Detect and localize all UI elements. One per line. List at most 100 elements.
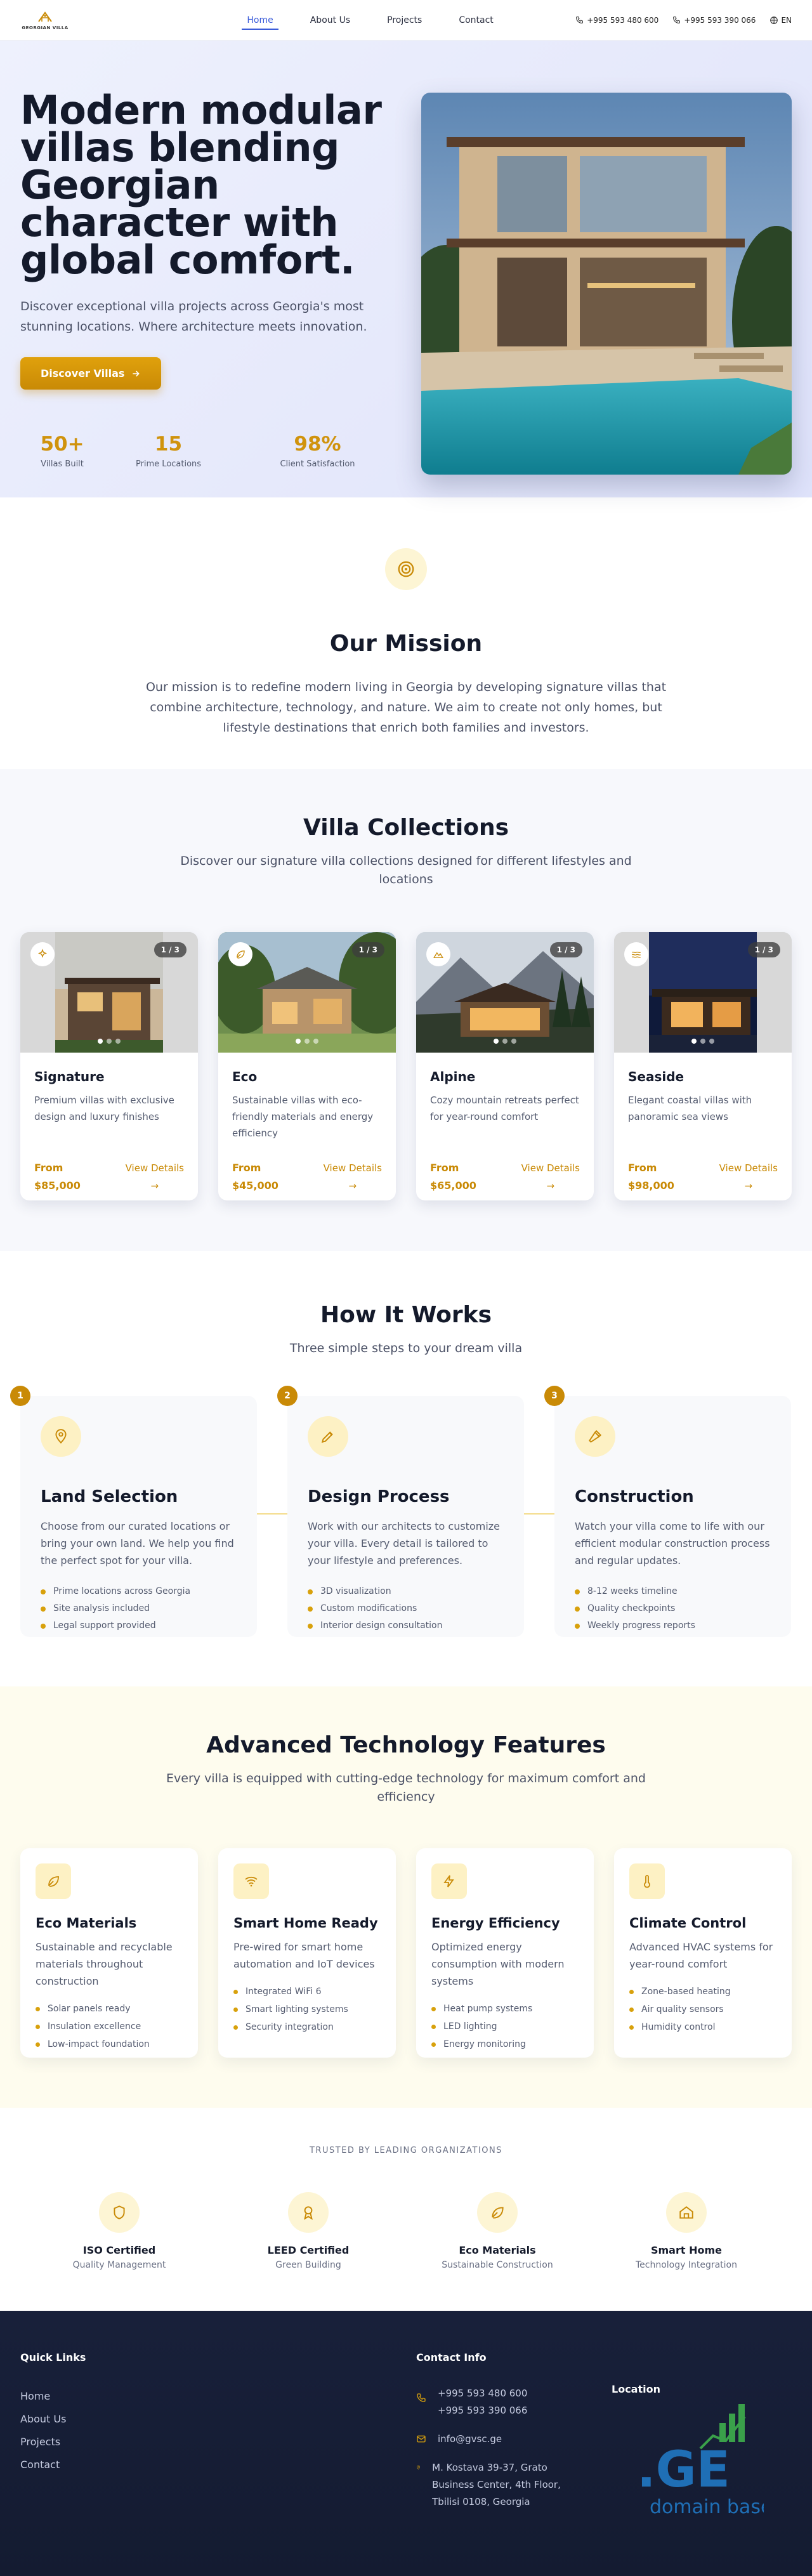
carousel-dots[interactable] bbox=[218, 1039, 396, 1044]
tech-list: Zone-based heating Air quality sensors H… bbox=[629, 1983, 776, 2036]
leaf-icon bbox=[477, 2192, 518, 2233]
list-item: Air quality sensors bbox=[629, 2001, 776, 2018]
header-phone-1[interactable]: +995 593 480 600 bbox=[575, 16, 658, 25]
hammer-icon bbox=[575, 1416, 615, 1457]
step-list: Prime locations across Georgia Site anal… bbox=[41, 1583, 237, 1634]
language-switcher[interactable]: EN bbox=[769, 16, 792, 25]
header-right: +995 593 480 600 +995 593 390 066 EN bbox=[575, 16, 792, 25]
view-details-link[interactable]: View Details → bbox=[126, 1159, 184, 1195]
nav-home[interactable]: Home bbox=[242, 4, 279, 37]
list-item: Quality checkpoints bbox=[575, 1600, 771, 1617]
mountain-icon bbox=[426, 942, 450, 966]
logo-icon bbox=[36, 10, 55, 24]
footer-phone-1[interactable]: +995 593 480 600 bbox=[438, 2388, 527, 2399]
list-item: Smart lighting systems bbox=[233, 2001, 381, 2018]
trusted-section: TRUSTED BY LEADING ORGANIZATIONS ISO Cer… bbox=[0, 2108, 812, 2311]
step-connector bbox=[524, 1513, 554, 1515]
image-counter: 1 / 3 bbox=[154, 942, 187, 957]
villa-image[interactable]: 1 / 3 bbox=[20, 932, 198, 1053]
contact-info: Contact Info +995 593 480 600 +995 593 39… bbox=[416, 2351, 587, 2511]
list-item: Humidity control bbox=[629, 2018, 776, 2036]
nav-about[interactable]: About Us bbox=[310, 4, 350, 37]
shield-icon bbox=[99, 2192, 140, 2233]
list-item: Energy monitoring bbox=[431, 2035, 579, 2053]
collections-title: Villa Collections bbox=[303, 815, 509, 841]
hero-stats: 50+ Villas Built 15 Prime Locations 98% Cli… bbox=[30, 433, 401, 469]
hero-title: Modern modular villas blending Georgian … bbox=[20, 87, 382, 283]
villa-image[interactable]: 1 / 3 bbox=[218, 932, 396, 1053]
language-label: EN bbox=[781, 15, 792, 25]
carousel-dots[interactable] bbox=[416, 1039, 594, 1044]
villa-card-eco[interactable]: 1 / 3 Eco Sustainable villas with eco-fr… bbox=[218, 932, 396, 1200]
footer-phone-2[interactable]: +995 593 390 066 bbox=[438, 2405, 527, 2416]
villa-image[interactable]: 1 / 3 bbox=[614, 932, 792, 1053]
thermometer-icon bbox=[629, 1863, 665, 1899]
map-pin-icon bbox=[41, 1416, 81, 1457]
villa-cards: 1 / 3 Signature Premium villas with excl… bbox=[0, 932, 812, 1200]
tech-card-smart-home: Smart Home Ready Pre-wired for smart hom… bbox=[218, 1848, 396, 2058]
header-phone-1-text: +995 593 480 600 bbox=[587, 15, 659, 25]
tech-title: Advanced Technology Features bbox=[206, 1732, 606, 1758]
trusted-logos: ISO Certified Quality Management LEED Ce… bbox=[0, 2192, 812, 2270]
view-details-link[interactable]: View Details → bbox=[324, 1159, 382, 1195]
wifi-icon bbox=[233, 1863, 269, 1899]
list-item: Interior design consultation bbox=[308, 1617, 504, 1634]
list-item: 8-12 weeks timeline bbox=[575, 1583, 771, 1600]
image-counter: 1 / 3 bbox=[747, 942, 780, 957]
hero-subtitle: Discover exceptional villa projects acro… bbox=[20, 299, 367, 334]
how-subtitle: Three simple steps to your dream villa bbox=[289, 1341, 523, 1355]
phone-icon bbox=[673, 16, 681, 23]
view-details-link[interactable]: View Details → bbox=[719, 1159, 778, 1195]
villa-card-seaside[interactable]: 1 / 3 Seaside Elegant coastal villas wit… bbox=[614, 932, 792, 1200]
steps: 1 Land Selection Choose from our curated… bbox=[0, 1386, 812, 1637]
villa-name: Signature bbox=[34, 1069, 105, 1084]
discover-villas-button[interactable]: Discover Villas bbox=[20, 357, 162, 390]
phone-icon bbox=[576, 16, 584, 23]
ge-domain-logo[interactable]: .GE domain base bbox=[631, 2404, 772, 2518]
trusted-sub: Sustainable Construction bbox=[442, 2260, 553, 2270]
trusted-name: Smart Home bbox=[650, 2244, 722, 2256]
tech-description: Optimized energy consumption with modern… bbox=[431, 1941, 565, 1987]
villa-card-alpine[interactable]: 1 / 3 Alpine Cozy mountain retreats perf… bbox=[416, 932, 594, 1200]
home-icon bbox=[666, 2192, 707, 2233]
view-details-link[interactable]: View Details → bbox=[521, 1159, 580, 1195]
lightning-icon bbox=[431, 1863, 467, 1899]
villa-image[interactable]: 1 / 3 bbox=[416, 932, 594, 1053]
stat-value: 50+ bbox=[40, 433, 84, 456]
stat-label: Client Satisfaction bbox=[280, 459, 355, 469]
tech-title: Smart Home Ready bbox=[233, 1916, 378, 1931]
stat-value: 15 bbox=[154, 433, 183, 456]
header-phone-2[interactable]: +995 593 390 066 bbox=[672, 16, 756, 25]
technology-section: Advanced Technology Features Every villa… bbox=[0, 1686, 812, 2108]
list-item: 3D visualization bbox=[308, 1583, 504, 1600]
carousel-dots[interactable] bbox=[614, 1039, 792, 1044]
villa-price: From $85,000 bbox=[34, 1162, 81, 1192]
nav-projects[interactable]: Projects bbox=[387, 4, 422, 37]
list-item: Site analysis included bbox=[41, 1600, 237, 1617]
trusted-name: Eco Materials bbox=[459, 2244, 536, 2256]
carousel-dots[interactable] bbox=[20, 1039, 198, 1044]
list-item: Insulation excellence bbox=[36, 2018, 183, 2035]
step-description: Choose from our curated locations or bri… bbox=[41, 1520, 234, 1567]
trusted-sub: Quality Management bbox=[72, 2260, 166, 2270]
stat-label: Prime Locations bbox=[135, 459, 202, 469]
footer-email[interactable]: info@gvsc.ge bbox=[438, 2431, 502, 2448]
contact-title: Contact Info bbox=[416, 2351, 487, 2363]
step-design-process: 2 Design Process Work with our architect… bbox=[277, 1386, 524, 1637]
step-number: 1 bbox=[10, 1386, 30, 1406]
collections-section: Villa Collections Discover our signature… bbox=[0, 769, 812, 1251]
step-description: Work with our architects to customize yo… bbox=[308, 1520, 501, 1567]
mission-text: Our mission is to redefine modern living… bbox=[145, 680, 667, 735]
target-icon bbox=[385, 548, 427, 590]
step-number: 3 bbox=[544, 1386, 565, 1406]
villa-name: Seaside bbox=[628, 1069, 684, 1084]
trusted-leed: LEED Certified Green Building bbox=[251, 2192, 365, 2270]
leaf-icon bbox=[228, 942, 252, 966]
tech-card-eco-materials: Eco Materials Sustainable and recyclable… bbox=[20, 1848, 198, 2058]
nav-contact[interactable]: Contact bbox=[459, 4, 493, 37]
logo[interactable]: GEORGIAN VILLA bbox=[20, 10, 70, 30]
ge-logo-sub: domain base bbox=[650, 2496, 764, 2518]
villa-price: From $45,000 bbox=[232, 1162, 278, 1192]
mail-icon bbox=[417, 2435, 426, 2443]
villa-card-signature[interactable]: 1 / 3 Signature Premium villas with excl… bbox=[20, 932, 198, 1200]
